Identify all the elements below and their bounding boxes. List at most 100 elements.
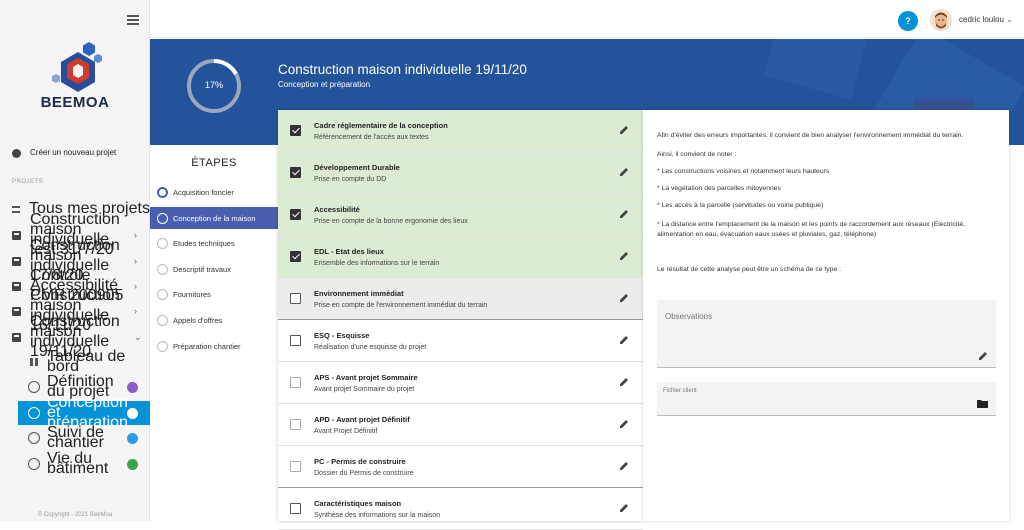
step-label: Descriptif travaux	[173, 264, 231, 274]
edit-icon[interactable]	[619, 419, 629, 429]
progress-ring-icon	[28, 458, 40, 470]
phase-label: Vie du bâtiment	[47, 450, 109, 477]
task-row[interactable]: Cadre réglementaire de la conception Réf…	[278, 110, 643, 152]
folder-icon[interactable]	[977, 399, 988, 408]
steps-panel: ÉTAPES Acquisition foncier Conception de…	[150, 145, 278, 521]
step-item[interactable]: Appels d'offres	[150, 309, 278, 331]
step-status-icon	[157, 340, 168, 352]
progress-ring-icon	[28, 432, 40, 444]
task-detail-panel: Afin d'éviter des erreurs importantes, i…	[643, 110, 1009, 521]
dashboard-link[interactable]: Tableau de bord	[0, 348, 150, 375]
task-row[interactable]: PC - Permis de construire Dossier du Per…	[278, 446, 643, 488]
detail-paragraph: Afin d'éviter des erreurs importantes, i…	[657, 132, 964, 139]
add-circle-icon	[12, 148, 21, 158]
task-row[interactable]: Caractéristiques maison Synthèse des inf…	[278, 488, 643, 530]
avatar[interactable]	[930, 9, 952, 31]
phase-color-dot	[127, 381, 138, 393]
copyright: © Copyright - 2021 BeeMoa	[37, 512, 113, 518]
step-item[interactable]: Fournitures	[150, 283, 278, 305]
step-item[interactable]: Préparation chantier	[150, 335, 278, 357]
task-title: Caractéristiques maison	[314, 499, 402, 508]
task-row[interactable]: Accessibilité Prise en compte de la bonn…	[278, 194, 643, 236]
task-row[interactable]: APS - Avant projet Sommaire Avant projet…	[278, 362, 643, 404]
phase-suivi[interactable]: Suivi de chantier	[0, 424, 150, 451]
edit-icon[interactable]	[619, 167, 629, 177]
task-checkbox[interactable]	[290, 293, 301, 304]
edit-icon[interactable]	[619, 251, 629, 261]
progress-label: 17%	[204, 80, 223, 90]
edit-icon[interactable]	[619, 335, 629, 345]
task-checkbox[interactable]	[290, 251, 301, 262]
folder-icon	[12, 281, 21, 291]
create-project-label: Créer un nouveau projet	[30, 148, 117, 157]
task-title: Accessibilité	[314, 205, 360, 214]
task-title: Cadre réglementaire de la conception	[314, 121, 448, 130]
detail-bullet: * Les accès à la parcelle (servitudes ou…	[657, 202, 824, 209]
step-item-active[interactable]: Conception de la maison	[150, 207, 278, 229]
help-button[interactable]: ?	[898, 11, 918, 31]
edit-icon[interactable]	[619, 461, 629, 471]
task-checkbox[interactable]	[290, 461, 301, 472]
step-label: Acquisition foncier	[173, 187, 234, 197]
progress-ring-icon	[28, 381, 40, 393]
task-title: Développement Durable	[314, 163, 400, 172]
step-label: Etudes techniques	[173, 238, 235, 248]
step-status-icon	[157, 212, 168, 224]
sidebar-project-item-active[interactable]: Construction maison individuelle 19/11/2…	[0, 314, 150, 360]
user-name: cedric loulou	[959, 15, 1004, 24]
phase-label: Suivi de chantier	[47, 424, 104, 451]
create-project-link[interactable]: Créer un nouveau projet	[0, 147, 150, 159]
task-list: Cadre réglementaire de la conception Réf…	[278, 110, 649, 530]
edit-icon[interactable]	[978, 351, 988, 361]
task-subtitle: Synthèse des informations sur la maison	[314, 512, 441, 519]
folder-icon	[12, 230, 21, 240]
edit-icon[interactable]	[619, 209, 629, 219]
step-item[interactable]: Etudes techniques	[150, 232, 278, 254]
task-row[interactable]: ESQ - Esquisse Réalisation d'une esquiss…	[278, 320, 643, 362]
task-row[interactable]: EDL - Etat des lieux Ensemble des inform…	[278, 236, 643, 278]
dashboard-label: Tableau de bord	[47, 348, 126, 375]
observations-field[interactable]: Observations	[657, 300, 996, 368]
task-checkbox[interactable]	[290, 503, 301, 514]
edit-icon[interactable]	[619, 293, 629, 303]
step-status-icon	[157, 314, 168, 326]
task-checkbox[interactable]	[290, 335, 301, 346]
task-subtitle: Avant projet Sommaire du projet	[314, 386, 415, 393]
step-status-icon	[157, 263, 168, 275]
task-subtitle: Ensemble des informations sur le terrain	[314, 260, 440, 267]
task-row[interactable]: APD - Avant projet Définitif Avant Proje…	[278, 404, 643, 446]
chevron-right-icon: ›	[134, 230, 137, 240]
detail-paragraph: Ainsi, il convient de noter :	[657, 151, 737, 158]
user-face-icon	[930, 9, 952, 31]
edit-icon[interactable]	[619, 377, 629, 387]
observations-placeholder: Observations	[665, 312, 713, 321]
detail-bullet: * La distance entre l'emplacement de la …	[657, 221, 966, 238]
detail-bullet: * Les constructions voisines et notammen…	[657, 168, 830, 175]
projects-section-label: PROJETS	[12, 179, 44, 185]
task-title: PC - Permis de construire	[314, 457, 406, 466]
task-title: Environnement immédiat	[314, 289, 404, 298]
user-menu[interactable]: cedric loulou ⌄	[959, 15, 1013, 24]
task-checkbox[interactable]	[290, 209, 301, 220]
folder-icon	[12, 306, 21, 316]
task-checkbox[interactable]	[290, 125, 301, 136]
step-item[interactable]: Acquisition foncier	[150, 181, 278, 203]
brand-name: BEEMOA	[40, 94, 110, 111]
menu-icon[interactable]	[127, 15, 139, 27]
step-item[interactable]: Descriptif travaux	[150, 258, 278, 280]
task-checkbox[interactable]	[290, 377, 301, 388]
task-subtitle: Dossier du Permis de construire	[314, 470, 414, 477]
phase-vie[interactable]: Vie du bâtiment	[0, 450, 150, 477]
task-checkbox[interactable]	[290, 167, 301, 178]
task-checkbox[interactable]	[290, 419, 301, 430]
edit-icon[interactable]	[619, 503, 629, 513]
task-row[interactable]: Développement Durable Prise en compte du…	[278, 152, 643, 194]
step-label: Préparation chantier	[173, 341, 241, 351]
edit-icon[interactable]	[619, 125, 629, 135]
step-status-icon	[157, 288, 168, 300]
task-row-selected[interactable]: Environnement immédiat Prise en compte d…	[278, 278, 649, 320]
task-subtitle: Réalisation d'une esquisse du projet	[314, 344, 427, 351]
phase-conception[interactable]: Conception et préparation	[18, 395, 150, 431]
client-file-field[interactable]: Fichier client	[657, 382, 996, 416]
task-subtitle: Prise en compte de l'environnement imméd…	[314, 302, 488, 309]
